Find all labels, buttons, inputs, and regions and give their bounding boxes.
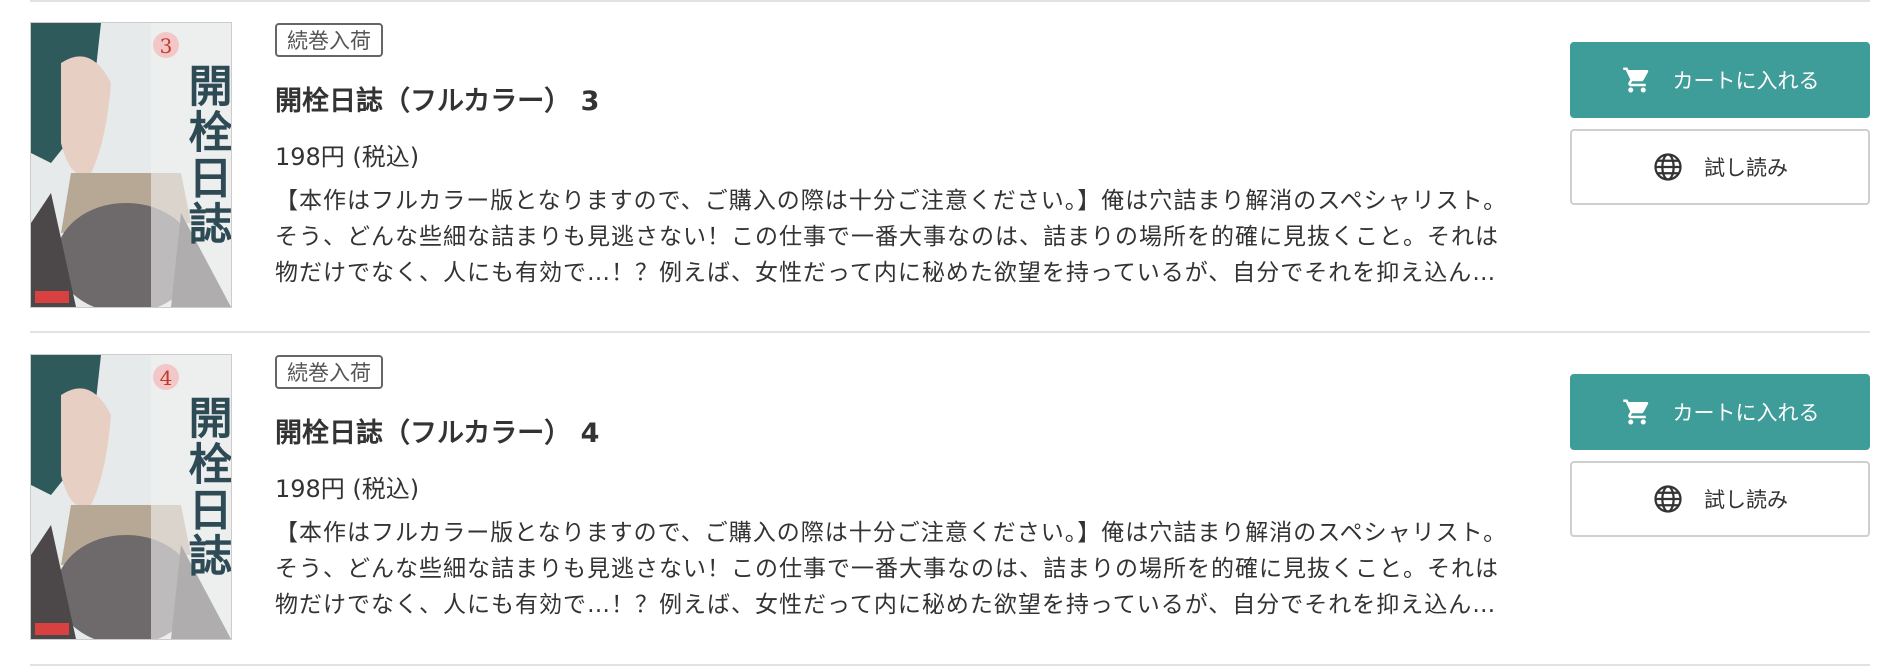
cart-button-label: カートに入れる [1672, 69, 1820, 93]
cart-icon [1621, 64, 1653, 96]
cover-image[interactable]: 4 開栓日誌 [30, 354, 232, 640]
description-line: 物だけでなく、人にも有効で…！？例えば、女性だって内に秘めた欲望を持っているが、… [275, 260, 1497, 286]
description-line: 【本作はフルカラー版となりますので、ご購入の際は十分ご注意ください。】俺は穴詰ま… [275, 188, 1505, 214]
divider [30, 331, 1870, 333]
trial-read-button[interactable]: 試し読み [1570, 129, 1870, 205]
status-badge: 続巻入荷 [275, 355, 383, 389]
cover-title-text: 開栓日誌 [181, 395, 232, 579]
product-item: 4 開栓日誌 続巻入荷 開栓日誌（フルカラー） 4 198円 (税込) 【本作は… [0, 334, 1894, 664]
trial-button-label: 試し読み [1704, 488, 1788, 512]
product-list: 3 開栓日誌 続巻入荷 開栓日誌（フルカラー） 3 198円 (税込) 【本作は… [0, 0, 1894, 672]
cover-title-text: 開栓日誌 [181, 63, 232, 247]
product-title[interactable]: 開栓日誌（フルカラー） 4 [275, 414, 599, 454]
add-to-cart-button[interactable]: カートに入れる [1570, 374, 1870, 450]
description-line: そう、どんな些細な詰まりも見逃さない！この仕事で一番大事なのは、詰まりの場所を的… [275, 224, 1499, 250]
globe-icon [1652, 151, 1684, 183]
globe-icon [1652, 483, 1684, 515]
trial-button-label: 試し読み [1704, 156, 1788, 180]
description-line: 【本作はフルカラー版となりますので、ご購入の際は十分ご注意ください。】俺は穴詰ま… [275, 520, 1505, 546]
product-price: 198円 (税込) [275, 475, 420, 503]
cover-volume-text: 4 [160, 366, 173, 390]
cover-illustration: 3 開栓日誌 [31, 23, 231, 307]
product-description: 【本作はフルカラー版となりますので、ご購入の際は十分ご注意ください。】俺は穴詰ま… [275, 183, 1505, 291]
status-badge: 続巻入荷 [275, 23, 383, 57]
description-line: そう、どんな些細な詰まりも見逃さない！この仕事で一番大事なのは、詰まりの場所を的… [275, 556, 1499, 582]
product-price: 198円 (税込) [275, 143, 420, 171]
divider [30, 664, 1870, 666]
description-line: 物だけでなく、人にも有効で…！？例えば、女性だって内に秘めた欲望を持っているが、… [275, 592, 1497, 618]
product-title[interactable]: 開栓日誌（フルカラー） 3 [275, 82, 599, 122]
trial-read-button[interactable]: 試し読み [1570, 461, 1870, 537]
cart-icon [1621, 396, 1653, 428]
cover-volume-text: 3 [160, 34, 173, 58]
add-to-cart-button[interactable]: カートに入れる [1570, 42, 1870, 118]
product-item: 3 開栓日誌 続巻入荷 開栓日誌（フルカラー） 3 198円 (税込) 【本作は… [0, 2, 1894, 332]
cart-button-label: カートに入れる [1672, 401, 1820, 425]
product-description: 【本作はフルカラー版となりますので、ご購入の際は十分ご注意ください。】俺は穴詰ま… [275, 515, 1505, 623]
cover-image[interactable]: 3 開栓日誌 [30, 22, 232, 308]
cover-illustration: 4 開栓日誌 [31, 355, 231, 639]
